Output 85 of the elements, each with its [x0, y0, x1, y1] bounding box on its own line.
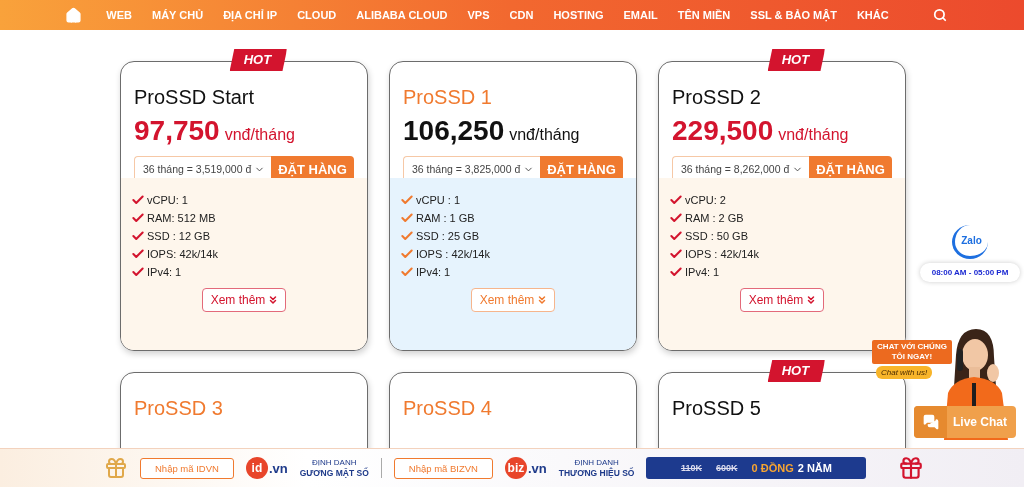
offer-text: 0 ĐỒNG — [751, 462, 794, 474]
feature-text: SSD : 50 GB — [685, 230, 748, 242]
logo-mark: biz — [504, 457, 527, 479]
feature-text: SSD : 12 GB — [147, 230, 210, 242]
feature-text: IOPS : 42k/14k — [685, 248, 759, 260]
more-button[interactable]: Xem thêm — [470, 288, 556, 312]
nav-link[interactable]: WEB — [106, 9, 132, 21]
chat-subtitle: Chat with us! — [876, 366, 933, 379]
price-unit: vnđ/tháng — [509, 126, 580, 144]
nav-link[interactable]: KHÁC — [856, 9, 889, 21]
old-price: 110K — [680, 463, 702, 473]
feature-text: IPv4: 1 — [416, 266, 451, 278]
gift-icon — [898, 455, 925, 481]
nav-link[interactable]: MÁY CHỦ — [152, 9, 204, 21]
plan-price: 229,500 — [672, 115, 774, 147]
check-icon — [669, 229, 683, 243]
check-icon — [669, 247, 683, 261]
nav-link[interactable]: ALIBABA CLOUD — [356, 9, 448, 21]
check-icon — [131, 265, 145, 279]
feature-text: RAM : 2 GB — [685, 212, 744, 224]
search-icon[interactable] — [932, 8, 947, 22]
check-icon — [400, 211, 414, 225]
plan-name: ProSSD Start — [134, 86, 256, 109]
feature-text: vCPU: 2 — [685, 194, 726, 206]
nav-link[interactable]: EMAIL — [623, 9, 658, 21]
nav-link[interactable]: VPS — [467, 9, 490, 21]
tagline-top: ĐỊNH DANH — [312, 457, 357, 468]
feature-text: RAM : 1 GB — [416, 212, 475, 224]
plan-name: ProSSD 4 — [403, 397, 493, 420]
plan-price: 106,250 — [403, 115, 505, 147]
check-icon — [131, 211, 145, 225]
tagline-bottom: THƯƠNG HIỆU SỐ — [558, 468, 635, 479]
home-icon[interactable] — [65, 6, 83, 24]
feature-text: vCPU : 1 — [416, 194, 460, 206]
plan-name: ProSSD 2 — [672, 86, 762, 109]
logo-mark: id — [245, 457, 268, 479]
promo-code-button[interactable]: Nhập mã IDVN — [140, 457, 234, 479]
check-icon — [400, 229, 414, 243]
check-icon — [131, 193, 145, 207]
gift-icon — [104, 456, 128, 480]
nav-link[interactable]: CLOUD — [297, 9, 337, 21]
chat-prompt: CHAT VỚI CHÚNG TÔI NGAY! — [872, 340, 952, 364]
plan-name: ProSSD 1 — [403, 86, 493, 109]
hot-badge: HOT — [229, 49, 288, 71]
logo-suffix: .vn — [527, 460, 547, 476]
hours-label: 08:00 AM - 05:00 PM — [920, 263, 1020, 282]
check-icon — [131, 247, 145, 261]
price-unit: vnđ/tháng — [778, 126, 849, 144]
plan-price: 97,750 — [134, 115, 220, 147]
feature-text: IOPS: 42k/14k — [147, 248, 218, 260]
feature-text: IPv4: 1 — [147, 266, 182, 278]
old-price: 600K — [716, 463, 738, 473]
feature-text: IOPS : 42k/14k — [416, 248, 490, 260]
check-icon — [131, 229, 145, 243]
check-icon — [400, 265, 414, 279]
check-icon — [669, 211, 683, 225]
zalo-button[interactable]: Zalo — [952, 225, 988, 259]
price-unit: vnđ/tháng — [224, 126, 295, 144]
feature-text: RAM: 512 MB — [147, 212, 216, 224]
offer-term: 2 NĂM — [797, 462, 832, 474]
feature-text: SSD : 25 GB — [416, 230, 479, 242]
logo-suffix: .vn — [268, 460, 288, 476]
more-button[interactable]: Xem thêm — [739, 288, 825, 312]
nav-link[interactable]: TÊN MIỀN — [677, 9, 731, 21]
nav-link[interactable]: HOSTING — [553, 9, 604, 21]
promo-code-button[interactable]: Nhập mã BIZVN — [393, 457, 493, 479]
chat-icon — [922, 414, 939, 430]
check-icon — [400, 193, 414, 207]
hot-badge: HOT — [767, 360, 826, 382]
more-button[interactable]: Xem thêm — [201, 288, 287, 312]
nav-link[interactable]: SSL & BẢO MẬT — [750, 9, 837, 21]
hot-badge: HOT — [767, 49, 826, 71]
tagline-bottom: GƯƠNG MẶT SỐ — [299, 468, 369, 479]
plan-name: ProSSD 3 — [134, 397, 224, 420]
nav-link[interactable]: CDN — [509, 9, 534, 21]
check-icon — [400, 247, 414, 261]
plan-name: ProSSD 5 — [672, 397, 762, 420]
live-chat-button[interactable]: Live Chat — [914, 406, 1016, 438]
nav-link[interactable]: ĐỊA CHỈ IP — [223, 9, 278, 21]
check-icon — [669, 265, 683, 279]
feature-text: vCPU: 1 — [147, 194, 188, 206]
tagline-top: ĐỊNH DANH — [574, 457, 619, 467]
check-icon — [669, 193, 683, 207]
deal-banner[interactable]: 110K 600K 0 ĐỒNG 2 NĂM — [646, 457, 867, 479]
feature-text: IPv4: 1 — [685, 266, 720, 278]
